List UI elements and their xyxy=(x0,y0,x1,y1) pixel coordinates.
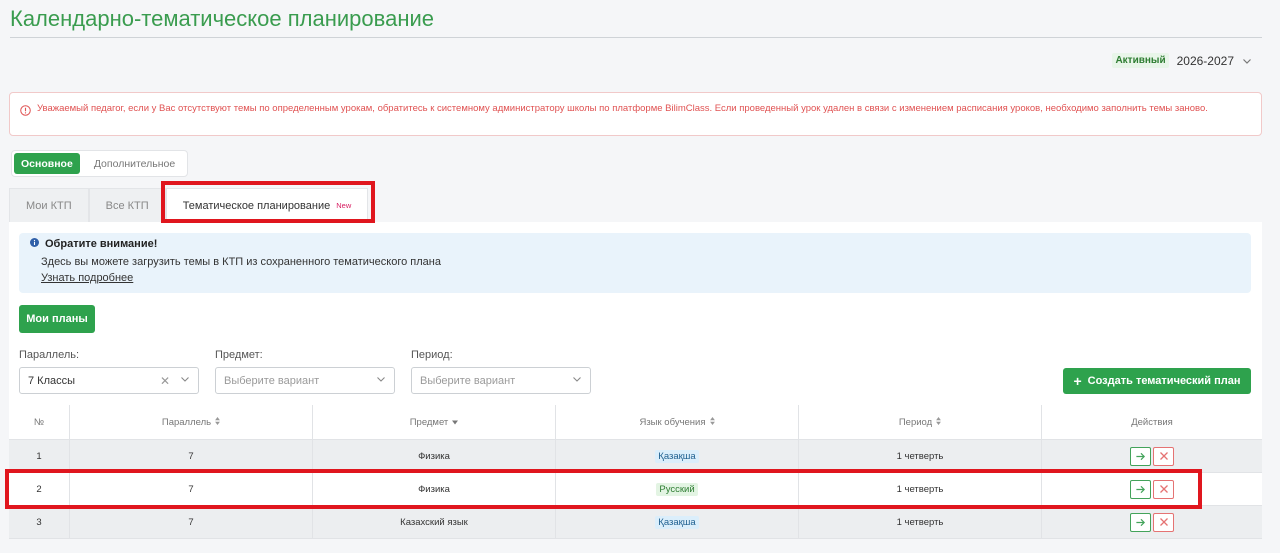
cell-language: Русский xyxy=(556,473,799,505)
title-divider xyxy=(10,37,1262,38)
parallel-select[interactable]: 7 Классы ✕ xyxy=(19,367,199,394)
clear-icon[interactable]: ✕ xyxy=(160,374,170,388)
column-header-number: № xyxy=(9,405,70,439)
delete-button[interactable] xyxy=(1153,479,1174,499)
cell-actions xyxy=(1042,440,1262,472)
period-label: Период: xyxy=(411,349,453,361)
cell-language: Қазақша xyxy=(556,506,799,538)
close-icon xyxy=(1159,452,1168,460)
learn-more-link[interactable]: Узнать подробнее xyxy=(41,272,133,284)
cell-number: 3 xyxy=(9,506,70,538)
cell-number: 2 xyxy=(9,473,70,505)
sort-icon xyxy=(936,416,942,428)
create-thematic-plan-button[interactable]: + Создать тематический план xyxy=(1063,368,1251,394)
open-button[interactable] xyxy=(1130,446,1151,466)
table-header: № Параллель Предмет Язык обучения Период… xyxy=(9,405,1262,440)
cell-parallel: 7 xyxy=(70,440,313,472)
chevron-down-icon xyxy=(1242,56,1252,66)
warning-icon xyxy=(20,103,31,135)
open-button[interactable] xyxy=(1130,479,1151,499)
warning-alert: Уважаемый педагог, если у Вас отсутствую… xyxy=(9,92,1262,136)
alert-text: Уважаемый педагог, если у Вас отсутствую… xyxy=(37,103,1208,114)
subject-placeholder: Выберите вариант xyxy=(224,374,320,387)
my-plans-button[interactable]: Мои планы xyxy=(19,305,95,333)
cell-period: 1 четверть xyxy=(799,506,1042,538)
info-notice: Обратите внимание! Здесь вы можете загру… xyxy=(19,233,1251,293)
tab-label: Все КТП xyxy=(105,199,149,212)
sort-icon xyxy=(215,416,221,428)
arrow-right-icon xyxy=(1136,452,1146,460)
parallel-label: Параллель: xyxy=(19,349,80,361)
period-placeholder: Выберите вариант xyxy=(420,374,516,387)
tab-bar: Мои КТП Все КТП Тематическое планировани… xyxy=(9,188,369,222)
tab-label: Тематическое планирование xyxy=(182,199,331,212)
cell-period: 1 четверть xyxy=(799,440,1042,472)
create-button-label: Создать тематический план xyxy=(1087,375,1241,387)
column-header-subject[interactable]: Предмет xyxy=(313,405,556,439)
column-header-parallel[interactable]: Параллель xyxy=(70,405,313,439)
cell-subject: Физика xyxy=(313,440,556,472)
tab-label: Мои КТП xyxy=(26,199,72,212)
academic-year-value: 2026-2027 xyxy=(1176,53,1234,68)
status-badge: Активный xyxy=(1112,53,1169,68)
plan-type-toggle: Основное Дополнительное xyxy=(11,150,189,177)
language-badge: Қазақша xyxy=(655,515,699,529)
column-header-language[interactable]: Язык обучения xyxy=(556,405,799,439)
sort-icon xyxy=(709,416,715,428)
chevron-down-icon xyxy=(376,374,386,387)
parallel-value: 7 Классы xyxy=(28,374,76,387)
page-title: Календарно-тематическое планирование xyxy=(10,6,434,31)
additional-plan-button[interactable]: Дополнительное xyxy=(82,151,187,176)
column-header-period[interactable]: Период xyxy=(799,405,1042,439)
cell-subject: Физика xyxy=(313,473,556,505)
chevron-down-icon xyxy=(572,374,582,387)
delete-button[interactable] xyxy=(1153,446,1174,466)
academic-year-selector[interactable]: Активный 2026-2027 xyxy=(1112,53,1252,68)
language-badge: Қазақша xyxy=(655,449,699,463)
table-row: 1 7 Физика Қазақша 1 четверть xyxy=(9,440,1262,473)
language-badge: Русский xyxy=(656,482,698,496)
open-button[interactable] xyxy=(1130,512,1151,532)
cell-actions xyxy=(1042,473,1262,505)
cell-parallel: 7 xyxy=(70,473,313,505)
cell-actions xyxy=(1042,506,1262,538)
cell-number: 1 xyxy=(9,440,70,472)
table-row: 3 7 Казахский язык Қазақша 1 четверть xyxy=(9,506,1262,539)
subject-select[interactable]: Выберите вариант xyxy=(215,367,395,394)
info-text: Здесь вы можете загрузить темы в КТП из … xyxy=(41,256,441,268)
subject-label: Предмет: xyxy=(215,349,263,361)
cell-period: 1 четверть xyxy=(799,473,1042,505)
main-plan-button[interactable]: Основное xyxy=(14,153,80,174)
info-title: Обратите внимание! xyxy=(45,238,158,250)
close-icon xyxy=(1159,485,1168,493)
thematic-planning-panel: Обратите внимание! Здесь вы можете загру… xyxy=(9,222,1262,539)
close-icon xyxy=(1159,518,1168,526)
table-row: 2 7 Физика Русский 1 четверть xyxy=(9,473,1262,506)
new-badge: New xyxy=(336,201,352,210)
tab-all-ktp[interactable]: Все КТП xyxy=(88,188,166,222)
tab-my-ktp[interactable]: Мои КТП xyxy=(9,188,89,222)
plans-table: № Параллель Предмет Язык обучения Период… xyxy=(9,405,1262,539)
arrow-right-icon xyxy=(1136,518,1146,526)
arrow-right-icon xyxy=(1136,485,1146,493)
chevron-down-icon xyxy=(180,374,190,387)
cell-language: Қазақша xyxy=(556,440,799,472)
column-header-actions: Действия xyxy=(1131,416,1173,428)
delete-button[interactable] xyxy=(1153,512,1174,532)
period-select[interactable]: Выберите вариант xyxy=(411,367,591,394)
plus-icon: + xyxy=(1073,373,1082,389)
tab-thematic-planning[interactable]: Тематическое планирование New xyxy=(165,188,369,222)
cell-parallel: 7 xyxy=(70,506,313,538)
sort-desc-icon xyxy=(452,417,459,428)
cell-subject: Казахский язык xyxy=(313,506,556,538)
info-icon xyxy=(30,238,39,250)
